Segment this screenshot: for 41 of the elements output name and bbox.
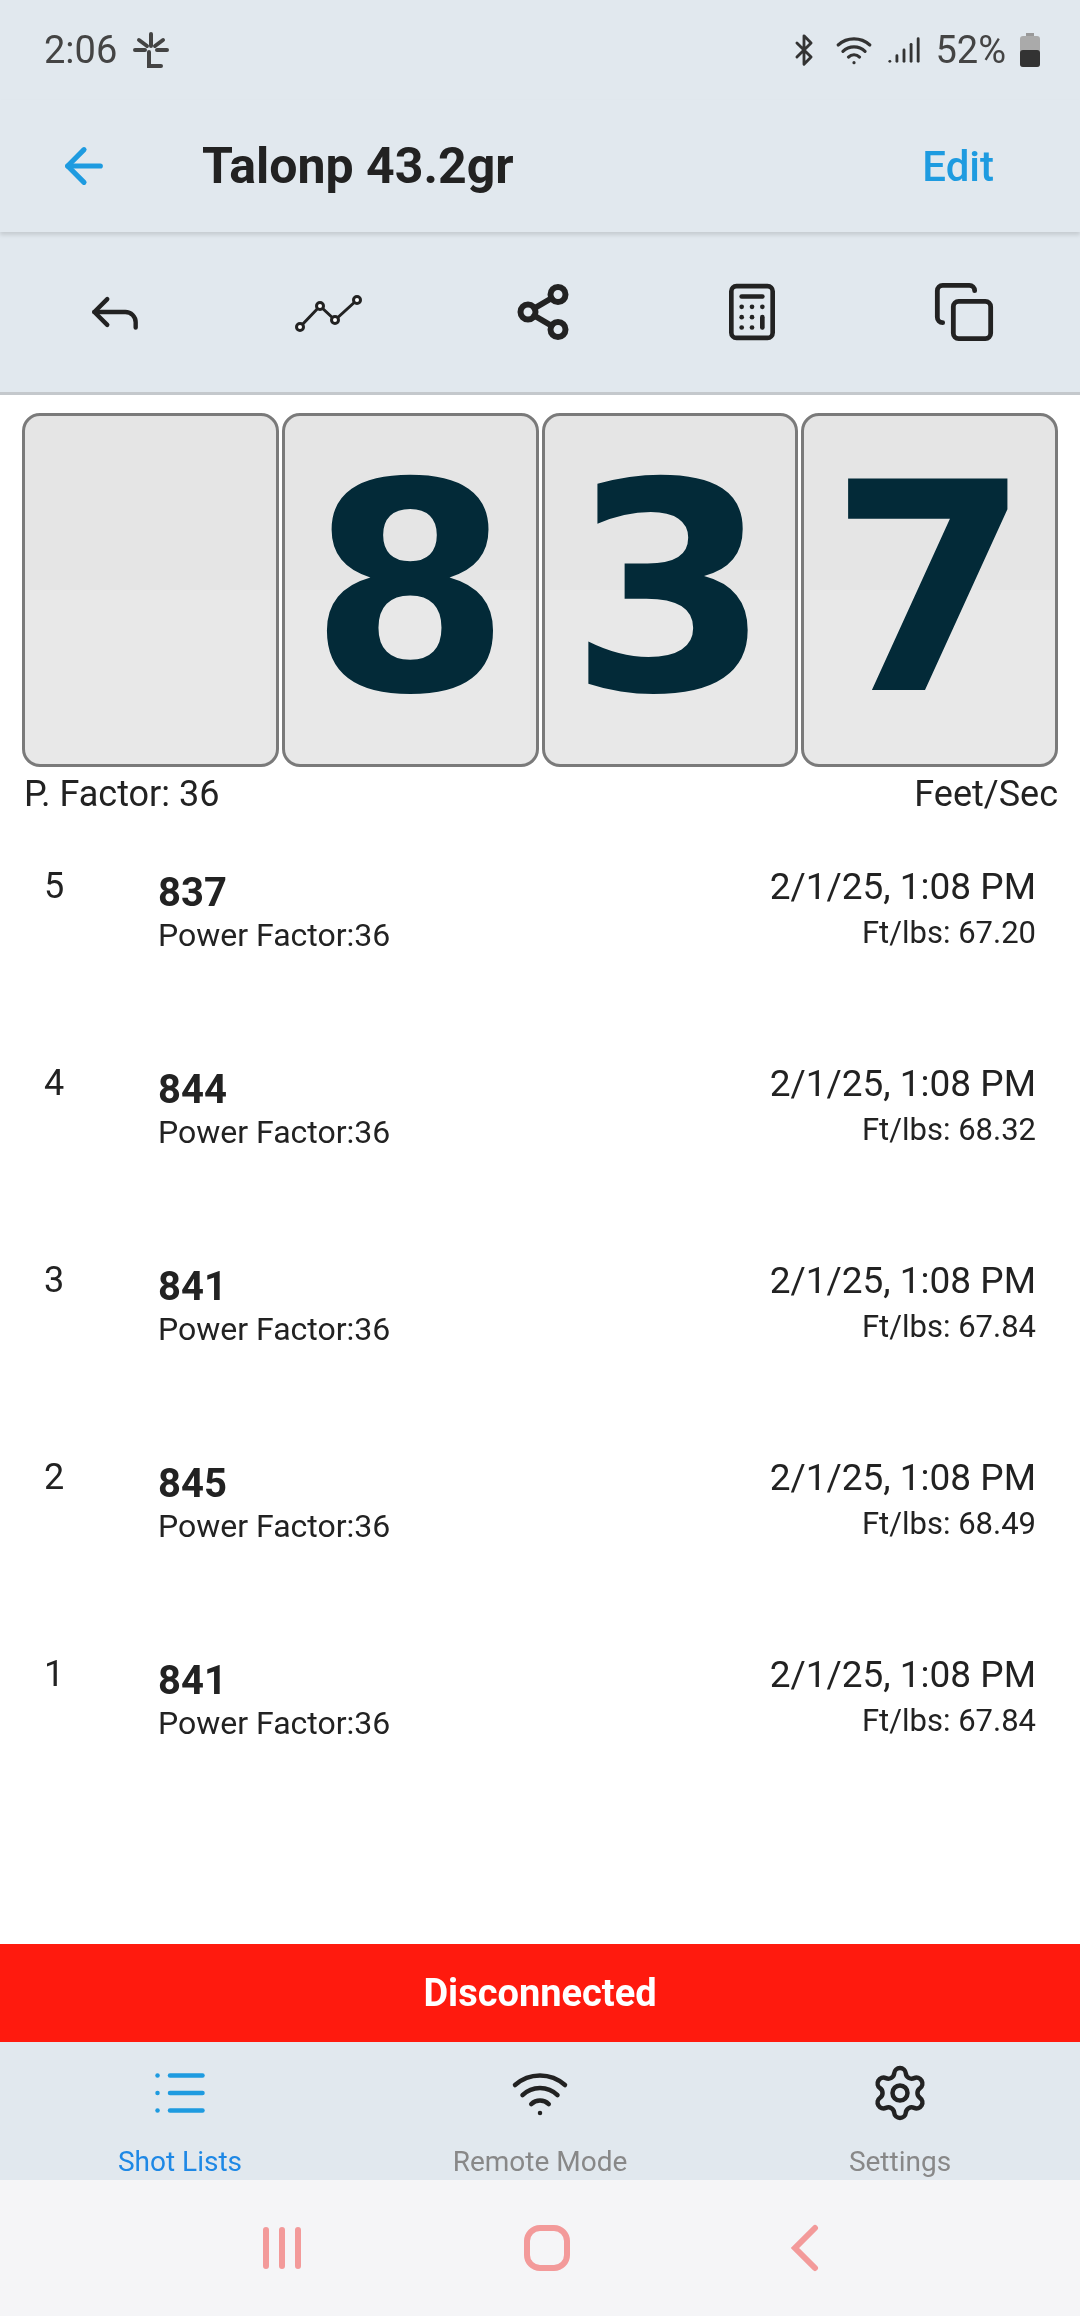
notification-icon [131,30,172,70]
speed-digit: 8 [309,445,511,735]
shot-number: 5 [44,865,66,907]
shot-timestamp: 2/1/25, 1:08 PM [769,865,1036,908]
shot-power-factor: Power Factor:36 [158,1507,392,1545]
line-chart-icon[interactable] [294,292,365,332]
shot-velocity: 841 [158,1263,228,1310]
shot-energy: Ft/lbs: 67.20 [861,914,1036,951]
shot-velocity: 844 [158,1066,228,1113]
shot-energy: Ft/lbs: 67.84 [861,1702,1036,1739]
shot-power-factor: Power Factor:36 [158,1704,392,1742]
shot-energy: Ft/lbs: 67.84 [861,1308,1036,1345]
nav-tab[interactable]: Shot Lists [0,2042,360,2180]
shot-velocity: 837 [158,869,228,916]
shot-number: 1 [44,1653,66,1695]
shot-timestamp: 2/1/25, 1:08 PM [769,1653,1036,1696]
connection-banner: Disconnected [0,1944,1080,2042]
status-time: 2:06 [44,28,118,72]
power-factor-label: P. Factor: 36 [24,773,220,815]
page-title: Talonp 43.2gr [202,137,515,195]
battery-percentage: 52% [935,28,1006,72]
edit-button[interactable]: Edit [922,141,994,191]
battery-icon [1020,33,1040,67]
shot-energy: Ft/lbs: 68.49 [861,1505,1036,1542]
speed-digit: 3 [568,445,771,735]
shot-number: 3 [44,1259,66,1301]
unit-label: Feet/Sec [914,773,1058,815]
shot-number: 4 [44,1062,66,1104]
shot-timestamp: 2/1/25, 1:08 PM [769,1456,1036,1499]
shot-power-factor: Power Factor:36 [158,1113,392,1151]
shot-velocity: 845 [158,1460,228,1507]
shot-power-factor: Power Factor:36 [158,916,392,954]
speed-digit: 7 [828,445,1031,735]
shot-timestamp: 2/1/25, 1:08 PM [769,1259,1036,1302]
shot-timestamp: 2/1/25, 1:08 PM [769,1062,1036,1105]
shot-velocity: 841 [158,1657,228,1704]
shot-power-factor: Power Factor:36 [158,1310,392,1348]
nav-tab[interactable]: Remote Mode [360,2042,720,2180]
shot-number: 2 [44,1456,66,1498]
shot-energy: Ft/lbs: 68.32 [861,1111,1036,1148]
nav-tab[interactable]: Settings [720,2042,1080,2180]
